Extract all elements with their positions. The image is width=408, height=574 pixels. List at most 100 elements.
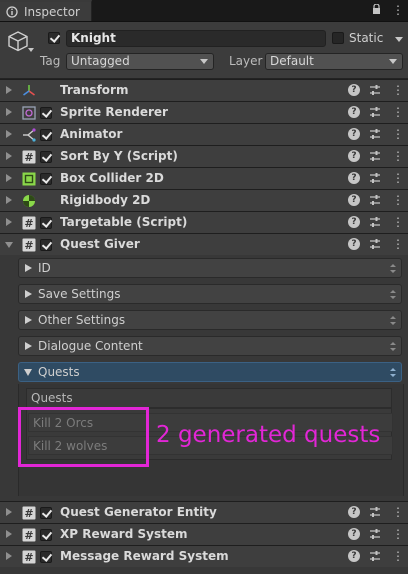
collapse-triangle-icon[interactable]	[6, 508, 12, 516]
component-enabled-checkbox[interactable]	[40, 529, 52, 541]
component-menu-icon[interactable]: ⋮	[392, 126, 404, 142]
presets-icon[interactable]	[369, 150, 381, 162]
foldout-row[interactable]: Other Settings	[18, 310, 402, 330]
presets-icon[interactable]	[369, 84, 381, 96]
collapse-triangle-icon[interactable]	[6, 530, 12, 538]
help-icon[interactable]: ?	[348, 150, 360, 162]
quests-foldout[interactable]: Quests	[18, 362, 402, 382]
component-enabled-checkbox[interactable]	[40, 173, 52, 185]
foldout-label: ID	[38, 261, 51, 275]
updown-arrows-icon	[390, 316, 396, 325]
presets-icon[interactable]	[369, 550, 381, 562]
component-row[interactable]: # Quest Giver? ⋮	[0, 233, 408, 255]
tab-menu-icon[interactable]: ⋮	[392, 3, 404, 17]
presets-icon[interactable]	[369, 528, 381, 540]
updown-arrows-icon	[390, 368, 396, 377]
component-row[interactable]: Animator? ⋮	[0, 123, 408, 145]
component-menu-icon[interactable]: ⋮	[392, 504, 404, 520]
foldout-row[interactable]: Save Settings	[18, 284, 402, 304]
help-icon[interactable]: ?	[348, 128, 360, 140]
active-checkbox[interactable]	[48, 32, 60, 44]
component-menu-icon[interactable]: ⋮	[392, 82, 404, 98]
script-icon: #	[22, 216, 36, 230]
presets-icon[interactable]	[369, 216, 381, 228]
component-menu-icon[interactable]: ⋮	[392, 526, 404, 542]
component-label: Quest Generator Entity	[60, 505, 217, 519]
collapse-triangle-icon[interactable]	[6, 86, 12, 94]
expand-triangle-icon[interactable]	[5, 242, 13, 248]
component-menu-icon[interactable]: ⋮	[392, 170, 404, 186]
component-row[interactable]: # Quest Generator Entity? ⋮	[0, 501, 408, 523]
presets-icon[interactable]	[369, 238, 381, 250]
collapse-triangle-icon[interactable]	[6, 152, 12, 160]
help-icon[interactable]: ?	[348, 106, 360, 118]
collapse-triangle-icon[interactable]	[6, 218, 12, 226]
component-row[interactable]: # Targetable (Script)? ⋮	[0, 211, 408, 233]
component-label: Sprite Renderer	[60, 105, 168, 119]
help-icon[interactable]: ?	[348, 506, 360, 518]
annotation-text: 2 generated quests	[156, 422, 381, 448]
script-icon: #	[22, 150, 36, 164]
component-enabled-checkbox[interactable]	[40, 107, 52, 119]
help-icon[interactable]: ?	[348, 172, 360, 184]
layer-dropdown[interactable]: Default	[265, 53, 403, 70]
component-row[interactable]: # XP Reward System? ⋮	[0, 523, 408, 545]
presets-icon[interactable]	[369, 128, 381, 140]
component-enabled-checkbox[interactable]	[40, 551, 52, 563]
component-row[interactable]: # Sort By Y (Script)? ⋮	[0, 145, 408, 167]
component-enabled-checkbox[interactable]	[40, 129, 52, 141]
component-menu-icon[interactable]: ⋮	[392, 214, 404, 230]
component-enabled-checkbox[interactable]	[40, 507, 52, 519]
tag-label: Tag	[40, 54, 61, 68]
quests-list-header-label: Quests	[31, 391, 73, 405]
component-menu-icon[interactable]: ⋮	[392, 236, 404, 252]
object-name-field[interactable]: Knight	[66, 30, 326, 47]
foldout-row[interactable]: Dialogue Content	[18, 336, 402, 356]
collapse-triangle-icon[interactable]	[6, 196, 12, 204]
component-menu-icon[interactable]: ⋮	[392, 192, 404, 208]
component-row[interactable]: Sprite Renderer? ⋮	[0, 101, 408, 123]
help-icon[interactable]: ?	[348, 194, 360, 206]
component-enabled-checkbox[interactable]	[40, 217, 52, 229]
tag-value: Untagged	[71, 54, 130, 68]
updown-arrows-icon	[390, 264, 396, 273]
help-icon[interactable]: ?	[348, 216, 360, 228]
static-checkbox[interactable]	[332, 32, 344, 44]
collapse-triangle-icon[interactable]	[6, 174, 12, 182]
presets-icon[interactable]	[369, 106, 381, 118]
tab-inspector[interactable]: Inspector	[0, 0, 92, 21]
collapse-triangle-icon[interactable]	[6, 108, 12, 116]
component-menu-icon[interactable]: ⋮	[392, 148, 404, 164]
help-icon[interactable]: ?	[348, 238, 360, 250]
component-row[interactable]: # Message Reward System? ⋮	[0, 545, 408, 567]
component-enabled-checkbox[interactable]	[40, 239, 52, 251]
collapse-triangle-icon[interactable]	[6, 552, 12, 560]
static-label: Static	[349, 31, 384, 45]
static-dropdown-arrow-icon[interactable]	[395, 37, 403, 42]
icon-dropdown-arrow-icon[interactable]	[28, 48, 34, 52]
help-icon[interactable]: ?	[348, 528, 360, 540]
help-icon[interactable]: ?	[348, 84, 360, 96]
component-menu-icon[interactable]: ⋮	[392, 104, 404, 120]
help-icon[interactable]: ?	[348, 550, 360, 562]
updown-arrows-icon	[390, 290, 396, 299]
component-menu-icon[interactable]: ⋮	[392, 548, 404, 564]
chevron-down-icon	[389, 59, 397, 64]
component-enabled-checkbox[interactable]	[40, 151, 52, 163]
component-row[interactable]: Transform? ⋮	[0, 79, 408, 101]
component-row[interactable]: Box Collider 2D? ⋮	[0, 167, 408, 189]
lock-icon[interactable]	[372, 4, 381, 14]
sprite-renderer-icon	[22, 106, 36, 120]
script-icon: #	[22, 506, 36, 520]
highlight-box	[18, 407, 149, 467]
presets-icon[interactable]	[369, 506, 381, 518]
component-row[interactable]: Rigidbody 2D? ⋮	[0, 189, 408, 211]
presets-icon[interactable]	[369, 172, 381, 184]
tag-dropdown[interactable]: Untagged	[66, 53, 214, 70]
presets-icon[interactable]	[369, 194, 381, 206]
svg-text:#: #	[24, 507, 33, 520]
foldout-row[interactable]: ID	[18, 258, 402, 278]
chevron-down-icon	[200, 59, 208, 64]
animator-icon	[23, 128, 36, 142]
collapse-triangle-icon[interactable]	[6, 130, 12, 138]
